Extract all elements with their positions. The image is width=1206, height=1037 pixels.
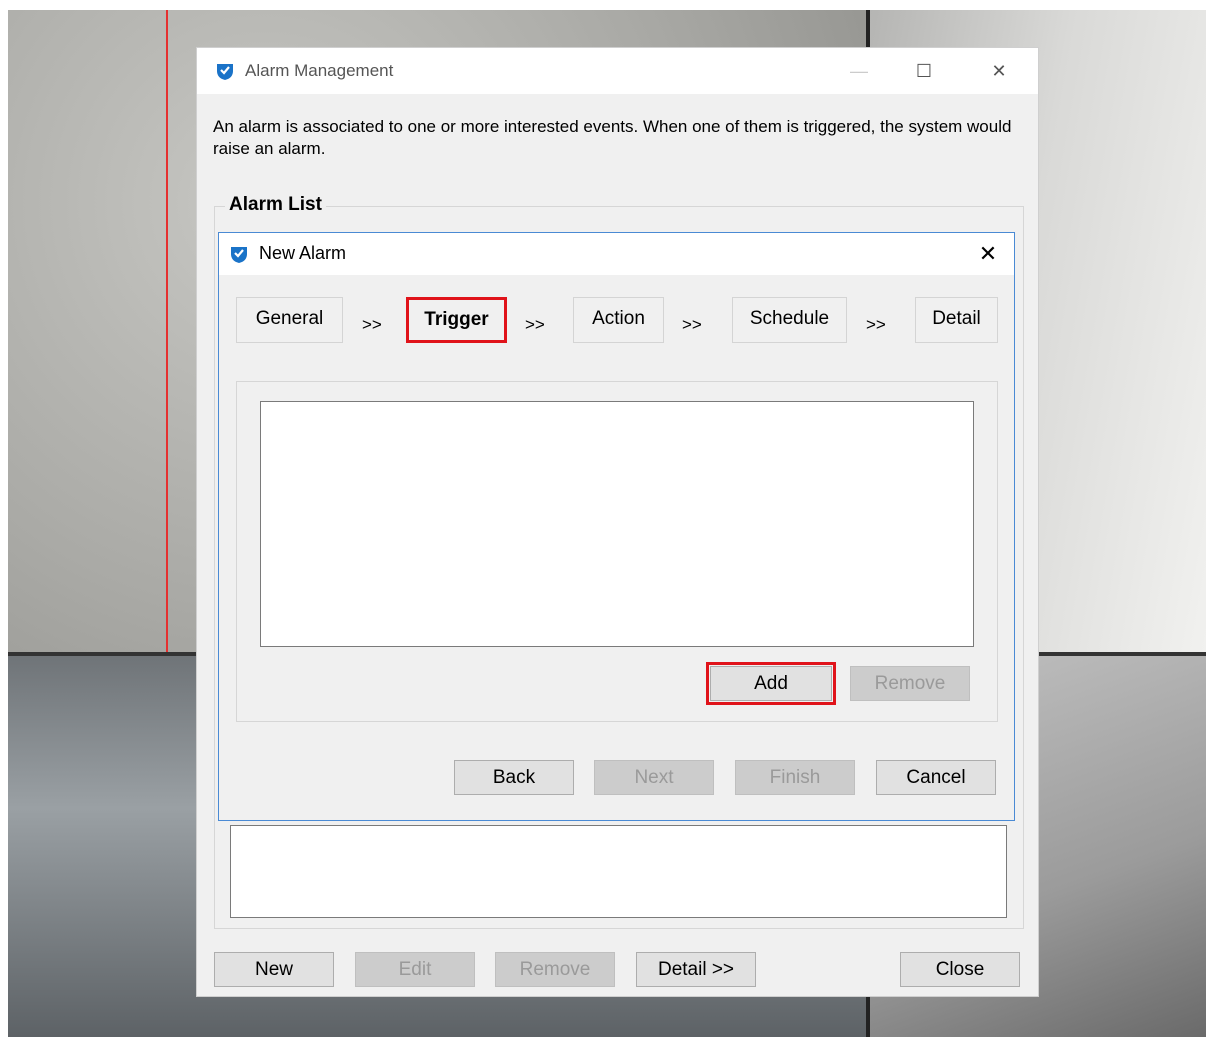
detail-button[interactable]: Detail >>	[636, 952, 756, 987]
alarm-list[interactable]	[230, 825, 1007, 918]
finish-button[interactable]: Finish	[735, 760, 855, 795]
step-trigger[interactable]: Trigger	[406, 297, 507, 343]
minimize-button[interactable]: —	[837, 54, 881, 88]
close-button[interactable]: Close	[900, 952, 1020, 987]
step-action[interactable]: Action	[573, 297, 664, 343]
close-icon[interactable]: ✕	[970, 237, 1006, 271]
step-general[interactable]: General	[236, 297, 343, 343]
new-button[interactable]: New	[214, 952, 334, 987]
window-title: Alarm Management	[245, 61, 394, 80]
edit-button[interactable]: Edit	[355, 952, 475, 987]
step-separator: >>	[362, 315, 382, 334]
close-icon[interactable]: ✕	[977, 54, 1021, 88]
alarm-list-label: Alarm List	[225, 194, 326, 216]
next-button[interactable]: Next	[594, 760, 714, 795]
remove-trigger-button[interactable]: Remove	[850, 666, 970, 701]
new-alarm-dialog: New Alarm ✕ General >> Trigger >> Action…	[218, 232, 1015, 821]
dialog-title: New Alarm	[259, 243, 347, 263]
selection-border	[166, 10, 168, 652]
step-schedule[interactable]: Schedule	[732, 297, 847, 343]
checkmark-shield-icon	[231, 247, 247, 263]
title-bar: Alarm Management — ☐ ✕	[197, 48, 1038, 94]
step-separator: >>	[682, 315, 702, 334]
step-separator: >>	[525, 315, 545, 334]
dialog-title-bar: New Alarm ✕	[219, 233, 1014, 275]
remove-button[interactable]: Remove	[495, 952, 615, 987]
maximize-button[interactable]: ☐	[902, 54, 946, 88]
description-text: An alarm is associated to one or more in…	[213, 117, 1012, 158]
add-trigger-button[interactable]: Add	[706, 662, 836, 705]
trigger-list[interactable]	[260, 401, 974, 647]
back-button[interactable]: Back	[454, 760, 574, 795]
cancel-button[interactable]: Cancel	[876, 760, 996, 795]
checkmark-shield-icon	[217, 64, 233, 80]
step-separator: >>	[866, 315, 886, 334]
step-detail[interactable]: Detail	[915, 297, 998, 343]
